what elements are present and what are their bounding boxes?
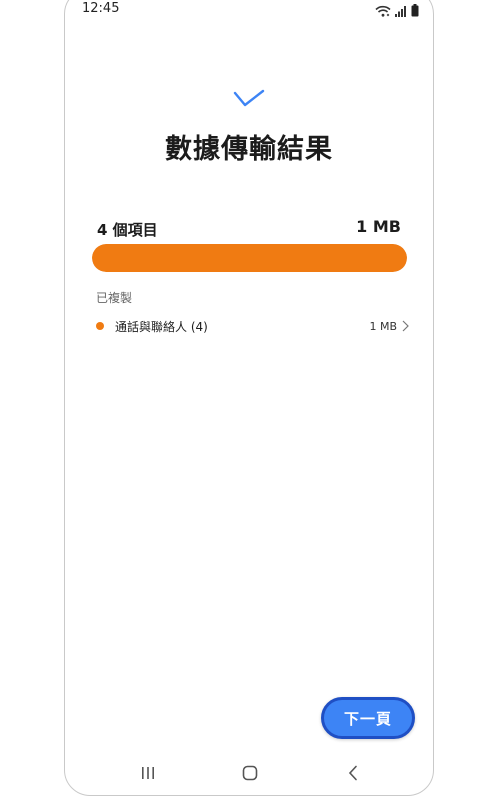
battery-icon (411, 2, 419, 21)
navigation-bar (65, 763, 433, 789)
signal-icon (395, 2, 407, 21)
list-item-label: 通話與聯絡人 (4) (115, 319, 208, 334)
list-item-calls-contacts[interactable]: 通話與聯絡人 (4) 1 MB (92, 312, 409, 340)
section-label-copied: 已複製 (96, 291, 133, 305)
item-count: 4 個項目 (97, 221, 158, 239)
back-icon[interactable] (343, 763, 363, 783)
total-size: 1 MB (356, 217, 401, 236)
status-icons (375, 2, 419, 21)
next-button[interactable]: 下一頁 (321, 697, 415, 739)
status-dot-icon (96, 322, 104, 330)
checkmark-icon (65, 89, 433, 109)
recent-apps-icon[interactable] (138, 763, 158, 783)
progress-bar (92, 244, 407, 272)
phone-frame: 12:45 數據傳輸結果 4 個項目 1 MB 已複製 通話與聯絡人 (4) 1… (64, 0, 434, 796)
list-item-size: 1 MB (369, 319, 397, 333)
chevron-right-icon (402, 317, 409, 336)
home-icon[interactable] (240, 763, 260, 783)
status-bar: 12:45 (65, 1, 433, 29)
progress-bar-fill (92, 244, 407, 272)
page-title: 數據傳輸結果 (165, 134, 333, 165)
wifi-icon (375, 2, 391, 21)
status-time: 12:45 (82, 1, 120, 16)
